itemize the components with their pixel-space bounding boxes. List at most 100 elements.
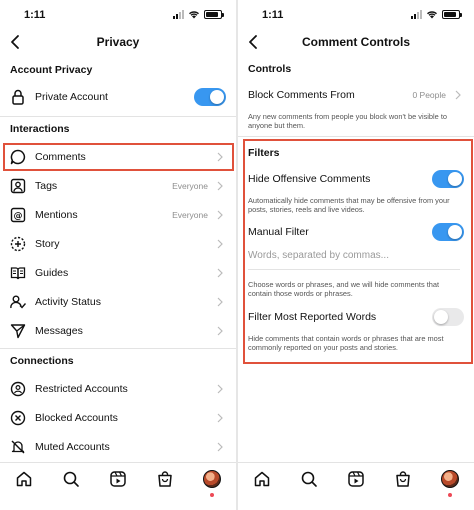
notification-dot xyxy=(448,493,453,497)
chevron-right-icon xyxy=(217,442,223,452)
divider xyxy=(238,136,474,137)
interaction-label: Story xyxy=(35,238,60,250)
status-time: 1:11 xyxy=(262,9,284,21)
hide-offensive-toggle[interactable] xyxy=(432,170,464,188)
system-indicators xyxy=(173,10,224,19)
hide-offensive-row[interactable]: Hide Offensive Comments xyxy=(238,165,474,193)
connection-label: Restricted Accounts xyxy=(35,383,128,395)
chevron-right-icon xyxy=(217,181,223,191)
manual-filter-label: Manual Filter xyxy=(248,226,309,238)
interactions-heading: Interactions xyxy=(10,123,70,135)
search-icon xyxy=(301,471,317,487)
block-comments-from-label: Block Comments From xyxy=(248,89,355,101)
chevron-right-icon xyxy=(217,210,223,220)
shop-icon xyxy=(396,471,410,487)
toggle-knob xyxy=(448,172,462,186)
connections-heading: Connections xyxy=(10,355,74,367)
reels-icon xyxy=(110,471,126,487)
wifi-icon xyxy=(427,11,437,19)
status-bar: 1:11 xyxy=(238,0,474,28)
page-title: Privacy xyxy=(96,35,140,49)
profile-avatar xyxy=(203,470,222,488)
chevron-right-icon xyxy=(217,413,223,423)
tab-search[interactable] xyxy=(298,468,320,490)
tab-home[interactable] xyxy=(13,468,35,490)
tab-bar xyxy=(0,462,236,510)
manual-filter-toggle[interactable] xyxy=(432,223,464,241)
tab-search[interactable] xyxy=(60,468,82,490)
chevron-right-icon xyxy=(217,384,223,394)
tab-reels[interactable] xyxy=(345,468,367,490)
page-title: Comment Controls xyxy=(302,35,410,49)
connection-label: Muted Accounts xyxy=(35,441,110,453)
manual-filter-description: Choose words or phrases, and we will hid… xyxy=(248,280,440,299)
comments-highlight-frame xyxy=(3,143,234,171)
interaction-label: Guides xyxy=(35,267,69,279)
tab-home[interactable] xyxy=(251,468,273,490)
interaction-value: Everyone xyxy=(172,210,208,220)
private-account-row[interactable]: Private Account xyxy=(0,83,236,111)
interaction-value: Everyone xyxy=(172,181,208,191)
notification-dot xyxy=(210,493,215,497)
filter-most-reported-label: Filter Most Reported Words xyxy=(248,311,377,323)
block-comments-description: Any new comments from people you block w… xyxy=(248,112,448,131)
connection-label: Blocked Accounts xyxy=(35,412,118,424)
tag-icon xyxy=(9,177,27,195)
manual-filter-input[interactable]: Words, separated by commas... xyxy=(248,250,462,261)
svg-text:@: @ xyxy=(14,212,23,222)
lock-icon xyxy=(9,88,27,106)
toggle-knob xyxy=(448,225,462,239)
interaction-label: Tags xyxy=(35,180,58,192)
muted-icon xyxy=(9,438,27,456)
tab-bar xyxy=(238,462,474,510)
block-comments-from-value: 0 People xyxy=(412,90,446,100)
interaction-row-tags[interactable]: Tags Everyone xyxy=(0,172,236,200)
search-icon xyxy=(63,471,79,487)
home-icon xyxy=(254,471,269,487)
interaction-row-activity-status[interactable]: Activity Status xyxy=(0,288,236,316)
toggle-knob xyxy=(434,310,448,324)
filters-heading: Filters xyxy=(248,147,280,159)
interaction-row-story[interactable]: Story xyxy=(0,230,236,258)
interaction-label: Mentions xyxy=(35,209,78,221)
system-indicators xyxy=(411,10,462,19)
tab-profile[interactable] xyxy=(439,468,461,497)
connection-row-muted[interactable]: Muted Accounts xyxy=(0,433,236,461)
privacy-screen: 1:11 Privacy Account Privacy Private Acc… xyxy=(0,0,236,510)
account-privacy-heading: Account Privacy xyxy=(10,64,93,76)
divider xyxy=(0,116,236,117)
interaction-row-guides[interactable]: Guides xyxy=(0,259,236,287)
activity-status-icon xyxy=(9,293,27,311)
hide-offensive-description: Automatically hide comments that may be … xyxy=(248,196,450,215)
tab-reels[interactable] xyxy=(107,468,129,490)
tab-shop[interactable] xyxy=(392,468,414,490)
divider xyxy=(0,348,236,349)
comment-controls-screen: 1:11 Comment Controls Controls Block Com… xyxy=(238,0,474,510)
interaction-row-messages[interactable]: Messages xyxy=(0,317,236,345)
send-icon xyxy=(9,322,27,340)
chevron-right-icon xyxy=(217,268,223,278)
blocked-icon xyxy=(9,409,27,427)
interaction-row-mentions[interactable]: @ Mentions Everyone xyxy=(0,201,236,229)
filter-most-reported-row[interactable]: Filter Most Reported Words xyxy=(238,303,474,331)
interaction-label: Activity Status xyxy=(35,296,101,308)
reels-icon xyxy=(348,471,364,487)
hide-offensive-label: Hide Offensive Comments xyxy=(248,173,371,185)
interaction-label: Messages xyxy=(35,325,83,337)
signal-icon xyxy=(173,10,184,19)
block-comments-from-row[interactable]: Block Comments From 0 People xyxy=(238,81,474,109)
nav-bar: Comment Controls xyxy=(238,30,474,54)
manual-filter-row[interactable]: Manual Filter xyxy=(238,218,474,246)
chevron-right-icon xyxy=(217,297,223,307)
connection-row-blocked[interactable]: Blocked Accounts xyxy=(0,404,236,432)
connection-row-restricted[interactable]: Restricted Accounts xyxy=(0,375,236,403)
filter-most-reported-toggle[interactable] xyxy=(432,308,464,326)
home-icon xyxy=(16,471,31,487)
private-account-label: Private Account xyxy=(35,91,108,103)
tab-shop[interactable] xyxy=(154,468,176,490)
private-account-toggle[interactable] xyxy=(194,88,226,106)
nav-bar: Privacy xyxy=(0,30,236,54)
signal-icon xyxy=(411,10,422,19)
tab-profile[interactable] xyxy=(201,468,223,497)
status-time: 1:11 xyxy=(24,9,46,21)
